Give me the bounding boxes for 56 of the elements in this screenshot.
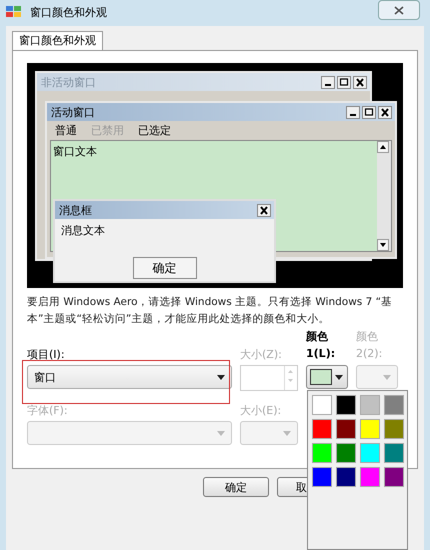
tab[interactable]: 窗口颜色和外观 [12, 31, 103, 51]
field-label: 大小(E): [240, 403, 282, 419]
close-button[interactable] [378, 0, 420, 20]
field-label: 大小(Z): [240, 347, 282, 363]
color-option[interactable] [360, 467, 380, 487]
window-text: 窗口文本 [53, 144, 97, 159]
color-option[interactable] [384, 419, 404, 439]
maximize-icon [362, 106, 376, 118]
color-option[interactable] [312, 419, 332, 439]
color-option[interactable] [336, 467, 356, 487]
field-label: 颜色 2(2): [356, 329, 384, 362]
dialog-button[interactable]: 确定 [203, 477, 269, 497]
window-title: 消息框 [59, 202, 93, 218]
maximize-icon [337, 76, 351, 88]
item-dropdown[interactable]: 窗口 [27, 365, 232, 389]
color-option[interactable] [336, 395, 356, 415]
window-title: 活动窗口 [51, 104, 96, 120]
font-size-dropdown[interactable] [240, 421, 298, 445]
scroll-up-icon[interactable] [377, 141, 389, 153]
app-icon [6, 5, 22, 19]
font-dropdown[interactable] [27, 421, 232, 445]
close-icon [378, 106, 392, 118]
close-icon [257, 204, 271, 216]
caret-icon [217, 374, 225, 380]
caret-icon [335, 374, 343, 380]
caret-icon [283, 430, 291, 436]
color-option[interactable] [336, 419, 356, 439]
caret-icon [217, 430, 225, 436]
menu-item[interactable]: 普通 [55, 123, 77, 138]
window-title: 窗口颜色和外观 [30, 4, 108, 20]
menu-item[interactable]: 已选定 [138, 123, 171, 138]
color-option[interactable] [360, 419, 380, 439]
color-option[interactable] [312, 443, 332, 463]
color-option[interactable] [384, 467, 404, 487]
color-option[interactable] [384, 395, 404, 415]
ok-button[interactable]: 确定 [132, 257, 196, 279]
color-option[interactable] [360, 443, 380, 463]
close-icon [394, 6, 404, 14]
window-title: 非活动窗口 [41, 74, 97, 90]
field-label: 字体(F): [27, 403, 68, 419]
close-icon [353, 76, 367, 88]
color-option[interactable] [312, 395, 332, 415]
field-label: 颜色 1(L): [306, 329, 336, 362]
notice-text: 要启用 Windows Aero，请选择 Windows 主题。只有选择 Windows 7 “基本”主题或“轻松访问”主题，才能应用此处选择的颜色和大小。 [27, 295, 394, 327]
minimize-icon [346, 106, 360, 118]
scroll-down-icon[interactable] [377, 239, 389, 251]
caret-icon [383, 374, 391, 380]
color-picker-button[interactable] [356, 365, 398, 389]
field-label: 项目(I): [27, 347, 65, 363]
color-picker-button[interactable] [306, 365, 348, 389]
color-option[interactable] [384, 443, 404, 463]
message-text: 消息文本 [60, 223, 106, 239]
color-option[interactable] [360, 395, 380, 415]
minimize-icon [321, 76, 335, 88]
color-option[interactable] [312, 467, 332, 487]
color-option[interactable] [336, 443, 356, 463]
